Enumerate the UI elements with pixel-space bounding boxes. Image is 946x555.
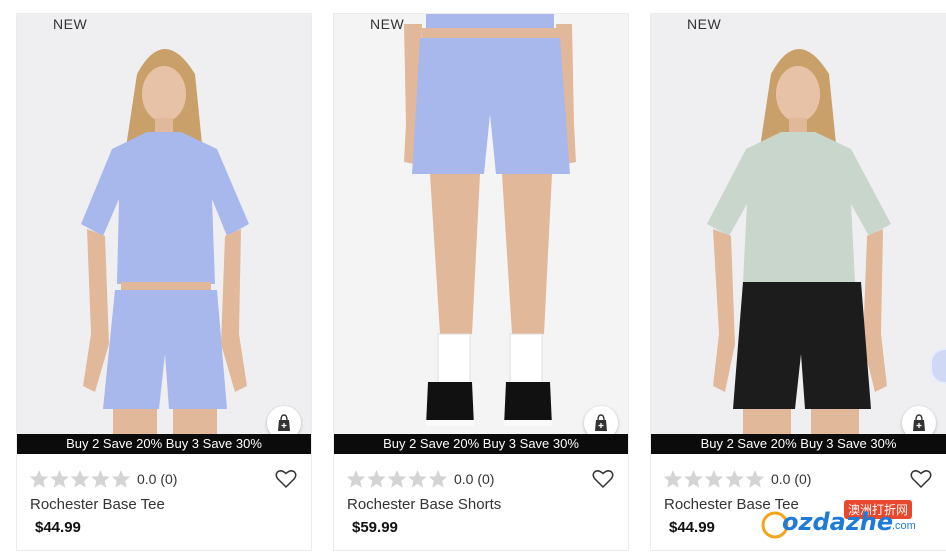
product-card[interactable]: NEW Buy 2 Save 20% Buy 3 Save 30% 0.0 (0 xyxy=(650,13,946,551)
product-price: $44.99 xyxy=(35,519,81,536)
product-image[interactable]: NEW xyxy=(334,14,628,434)
wishlist-button[interactable] xyxy=(275,469,297,489)
star-rating xyxy=(346,469,448,489)
product-name[interactable]: Rochester Base Tee xyxy=(30,496,165,513)
promo-banner: Buy 2 Save 20% Buy 3 Save 30% xyxy=(17,434,311,454)
rating-text: 0.0 (0) xyxy=(454,471,495,487)
star-rating xyxy=(663,469,765,489)
star-icon xyxy=(663,470,765,488)
rating: 0.0 (0) xyxy=(346,469,494,489)
quick-add-button[interactable] xyxy=(267,406,301,434)
rating: 0.0 (0) xyxy=(663,469,811,489)
rating: 0.0 (0) xyxy=(29,469,177,489)
watermark-suffix: .com xyxy=(892,520,916,532)
rating-text: 0.0 (0) xyxy=(771,471,812,487)
new-badge: NEW xyxy=(53,16,88,32)
quick-add-button[interactable] xyxy=(584,406,618,434)
wishlist-button[interactable] xyxy=(910,469,932,489)
heart-outline-icon xyxy=(910,470,932,489)
product-name[interactable]: Rochester Base Shorts xyxy=(347,496,501,513)
product-price: $44.99 xyxy=(669,519,715,536)
promo-banner: Buy 2 Save 20% Buy 3 Save 30% xyxy=(651,434,946,454)
rating-text: 0.0 (0) xyxy=(137,471,178,487)
product-card[interactable]: NEW Buy 2 Save 20% Buy 3 Save 30% 0.0 (0 xyxy=(333,13,629,551)
star-icon xyxy=(346,470,448,488)
shopping-bag-plus-icon xyxy=(278,414,290,431)
new-badge: NEW xyxy=(687,16,722,32)
star-icon xyxy=(29,470,131,488)
shopping-bag-plus-icon xyxy=(595,414,607,431)
heart-outline-icon xyxy=(275,470,297,489)
carousel-next-button[interactable] xyxy=(930,348,946,384)
product-image[interactable]: NEW xyxy=(17,14,311,434)
heart-outline-icon xyxy=(592,470,614,489)
product-price: $59.99 xyxy=(352,519,398,536)
wishlist-button[interactable] xyxy=(592,469,614,489)
star-rating xyxy=(29,469,131,489)
promo-banner: Buy 2 Save 20% Buy 3 Save 30% xyxy=(334,434,628,454)
watermark-logo: 澳洲打折网 ozdazhe .com xyxy=(760,500,930,544)
product-card[interactable]: NEW Buy 2 Save 20% Buy 3 Save 30% 0.0 (0 xyxy=(16,13,312,551)
quick-add-button[interactable] xyxy=(902,406,936,434)
product-image[interactable]: NEW xyxy=(651,14,946,434)
watermark-brand: ozdazhe xyxy=(782,508,894,536)
new-badge: NEW xyxy=(370,16,405,32)
next-arrow-icon xyxy=(932,350,946,382)
shopping-bag-plus-icon xyxy=(913,414,925,431)
